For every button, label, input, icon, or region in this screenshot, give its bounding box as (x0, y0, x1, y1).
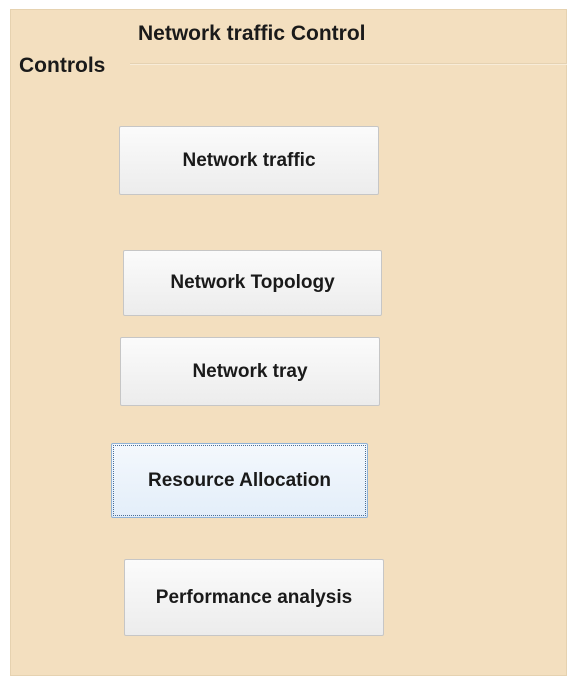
network-traffic-button[interactable]: Network traffic (119, 126, 379, 195)
controls-group-label: Controls (19, 54, 106, 77)
network-topology-button[interactable]: Network Topology (123, 250, 382, 316)
panel-title: Network traffic Control (138, 22, 366, 45)
network-tray-button[interactable]: Network tray (120, 337, 380, 406)
resource-allocation-button[interactable]: Resource Allocation (111, 443, 368, 518)
performance-analysis-button[interactable]: Performance analysis (124, 559, 384, 636)
controls-group-divider (130, 63, 567, 65)
